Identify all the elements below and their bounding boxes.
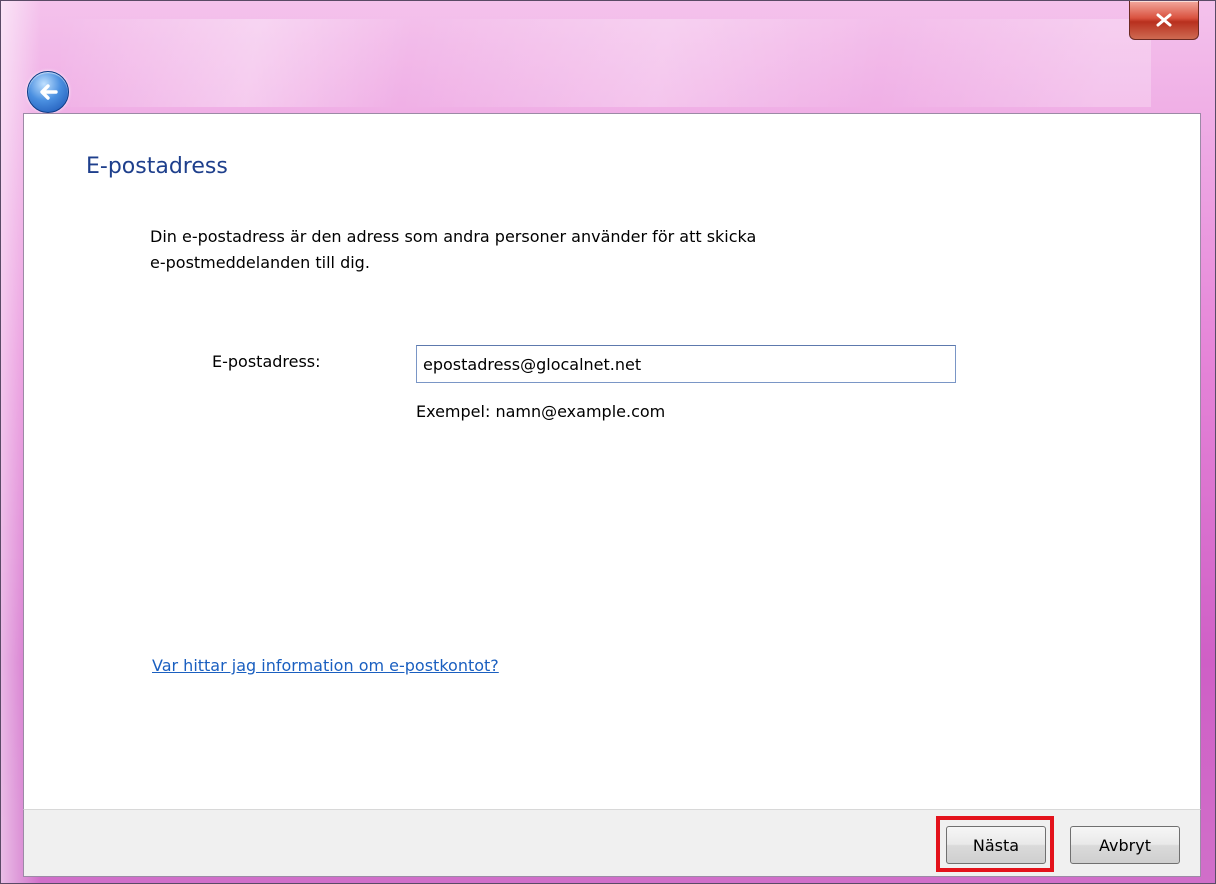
description-line-2: e-postmeddelanden till dig. xyxy=(150,253,370,272)
wizard-content: E-postadress Din e-postadress är den adr… xyxy=(23,113,1201,811)
button-bar: Nästa Avbryt xyxy=(23,809,1201,877)
email-field[interactable] xyxy=(416,345,956,383)
cancel-button[interactable]: Avbryt xyxy=(1070,826,1180,864)
description: Din e-postadress är den adress som andra… xyxy=(150,224,870,276)
description-line-1: Din e-postadress är den adress som andra… xyxy=(150,227,757,246)
page-title: E-postadress xyxy=(86,154,228,179)
next-button[interactable]: Nästa xyxy=(946,826,1046,864)
close-button[interactable] xyxy=(1129,1,1199,40)
dialog-window: E-postadress Din e-postadress är den adr… xyxy=(0,0,1216,884)
help-link[interactable]: Var hittar jag information om e-postkont… xyxy=(152,656,499,675)
email-label: E-postadress: xyxy=(212,352,321,371)
title-bar xyxy=(61,19,1151,107)
example-hint: Exempel: namn@example.com xyxy=(416,402,666,421)
back-button[interactable] xyxy=(27,71,69,113)
close-icon xyxy=(1156,13,1172,27)
back-arrow-icon xyxy=(40,84,58,100)
